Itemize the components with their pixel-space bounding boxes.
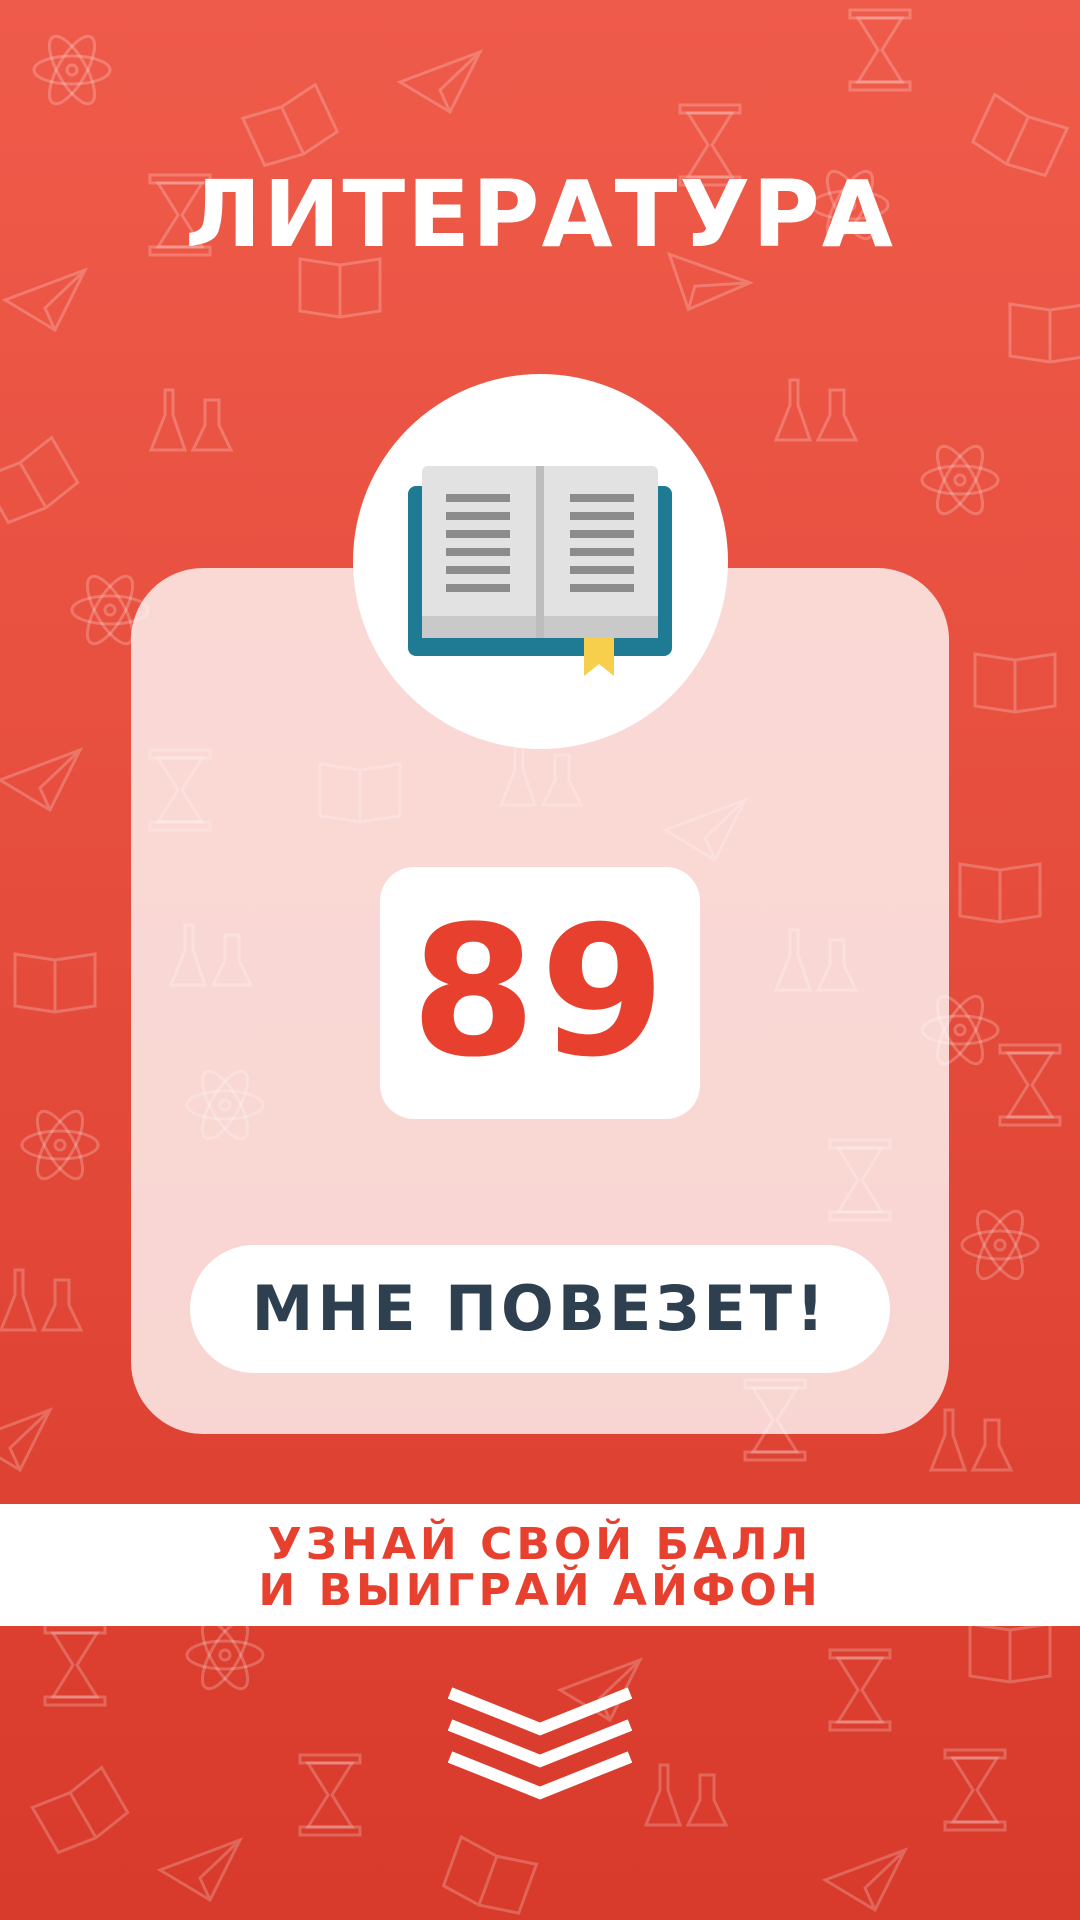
subject-title: ЛИТЕРАТУРА (185, 161, 895, 268)
lucky-button[interactable]: МНЕ ПОВЕЗЕТ! (190, 1245, 890, 1373)
triple-chevron-down-icon[interactable] (444, 1685, 636, 1805)
promo-line-2: И ВЫИГРАЙ АЙФОН (258, 1565, 822, 1616)
promo-line-1: УЗНАЙ СВОЙ БАЛЛ (267, 1519, 813, 1570)
score-value: 89 (410, 888, 670, 1097)
open-book-icon (408, 466, 672, 676)
